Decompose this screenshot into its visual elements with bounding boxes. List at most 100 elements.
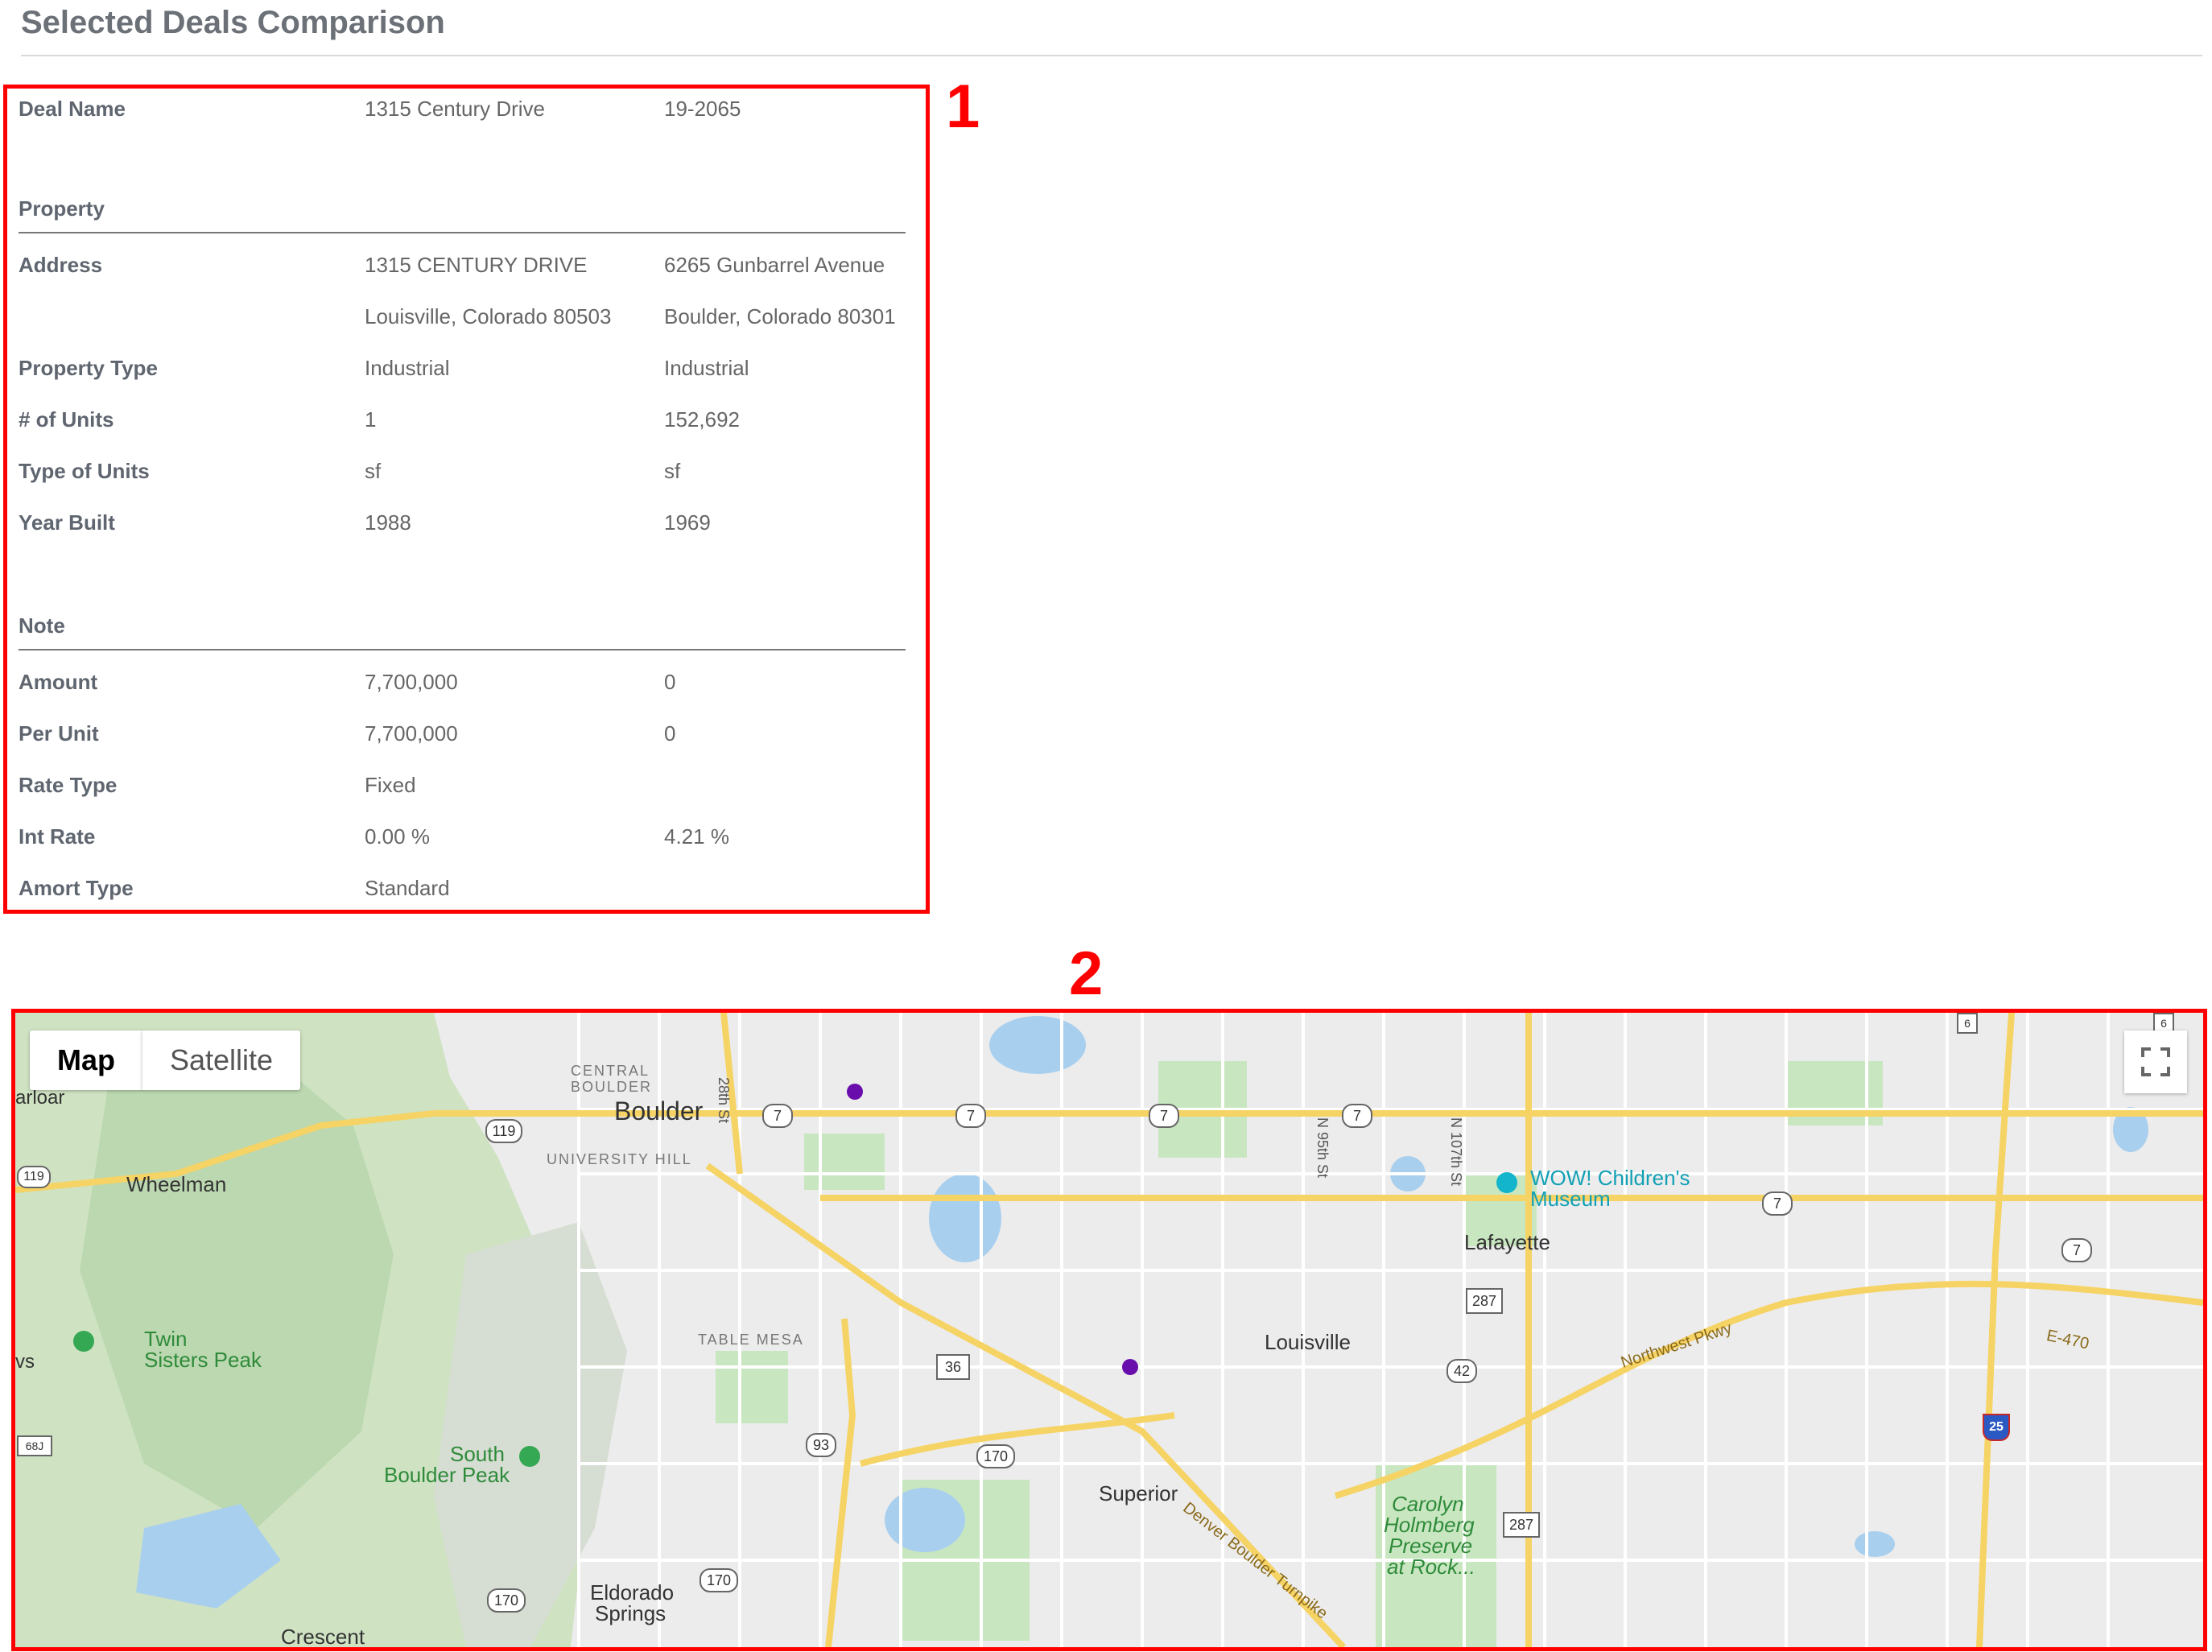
map-label: Crescent — [281, 1625, 365, 1649]
row-value: Industrial — [664, 356, 749, 380]
route-shield-icon: 42 — [1446, 1359, 1477, 1383]
lake — [989, 1016, 1086, 1074]
lake — [885, 1488, 965, 1552]
annotation-number-2: 2 — [1069, 940, 1104, 1008]
row-value: Industrial — [365, 356, 450, 380]
map-label: Boulder Peak — [384, 1463, 510, 1487]
deal-name-row: Deal Name 1315 Century Drive 19-2065 — [19, 97, 909, 145]
map-label: Boulder — [614, 1097, 704, 1125]
map-label: Superior — [1099, 1481, 1178, 1505]
fullscreen-button[interactable] — [2124, 1030, 2187, 1093]
row-value: Standard — [365, 876, 450, 900]
row-label: Int Rate — [19, 824, 96, 849]
row-label: Address — [19, 253, 103, 277]
row-value: Louisville, Colorado 80503 — [365, 304, 612, 328]
table-row: Property Type Industrial Industrial — [19, 356, 909, 404]
route-shield-icon: 7 — [762, 1104, 793, 1128]
map-label: at Rock... — [1387, 1555, 1475, 1579]
row-value: 7,700,000 — [365, 670, 458, 694]
interstate-shield-icon: 25 — [1983, 1414, 2010, 1441]
row-value: sf — [664, 459, 681, 483]
table-row: Amort Type Standard — [19, 876, 909, 924]
row-value: 1 — [365, 407, 377, 432]
map-label: 28th St — [716, 1077, 732, 1124]
table-row: Year Built 1988 1969 — [19, 510, 909, 559]
route-shield-icon: 68J — [17, 1435, 52, 1456]
map-label: Louisville — [1265, 1330, 1351, 1354]
row-value: 0 — [664, 670, 676, 694]
map-type-map-button[interactable]: Map — [30, 1030, 142, 1090]
map-label: Wheelman — [126, 1172, 227, 1196]
row-label: Deal Name — [19, 97, 126, 121]
lake — [1855, 1531, 1895, 1557]
table-row: # of Units 1 152,692 — [19, 407, 909, 456]
note-section-title: Note — [19, 613, 906, 650]
us-shield-icon: 36 — [936, 1354, 970, 1380]
route-shield-icon: 119 — [485, 1119, 522, 1143]
row-value: Fixed — [365, 773, 416, 797]
table-row: Amount 7,700,000 0 — [19, 670, 909, 718]
row-label: # of Units — [19, 407, 114, 432]
route-shield-icon: 170 — [700, 1568, 738, 1592]
route-shield-icon: 7 — [2061, 1238, 2092, 1262]
map-label: N 107th St — [1448, 1117, 1464, 1187]
page-header: Selected Deals Comparison — [21, 0, 2202, 56]
page-title: Selected Deals Comparison — [21, 5, 445, 40]
table-row: Address 1315 CENTURY DRIVE 6265 Gunbarre… — [19, 253, 909, 301]
row-label: Amort Type — [19, 876, 134, 900]
row-value: 0.00 % — [365, 824, 430, 849]
route-shield-icon: 7 — [1342, 1104, 1372, 1128]
route-shield-icon: 7 — [1149, 1104, 1179, 1128]
map-label: Sisters Peak — [144, 1348, 262, 1372]
route-shield-icon: 170 — [976, 1444, 1015, 1468]
table-row: Int Rate 0.00 % 4.21 % — [19, 824, 909, 873]
row-value: 1315 CENTURY DRIVE — [365, 253, 588, 277]
route-shield-icon: 93 — [806, 1433, 836, 1457]
park-area — [716, 1351, 788, 1423]
route-shield-icon: 170 — [487, 1588, 526, 1613]
deal-name-link[interactable]: 1315 Century Drive — [365, 97, 545, 121]
us-shield-icon: 6 — [1957, 1013, 1978, 1034]
row-label: Per Unit — [19, 721, 99, 745]
deal-id-link[interactable]: 19-2065 — [664, 97, 741, 121]
map-type-satellite-button[interactable]: Satellite — [142, 1030, 300, 1090]
map-label: vs — [15, 1351, 35, 1373]
table-row: Type of Units sf sf — [19, 459, 909, 507]
row-value: 6265 Gunbarrel Avenue — [664, 253, 885, 277]
map-label: TABLE MESA — [698, 1332, 804, 1348]
map-label: N 95th St — [1314, 1117, 1331, 1179]
row-value: 152,692 — [664, 407, 740, 432]
deal-marker — [847, 1084, 863, 1100]
route-shield-icon: 7 — [1762, 1192, 1793, 1216]
map-label: CENTRAL — [571, 1063, 650, 1079]
us-shield-icon: 287 — [1466, 1288, 1503, 1314]
row-value: 4.21 % — [664, 824, 729, 849]
park-area — [804, 1134, 885, 1190]
deal-marker — [1122, 1359, 1138, 1375]
property-section-title: Property — [19, 196, 906, 233]
table-row: Rate Type Fixed — [19, 773, 909, 821]
row-value: 1969 — [664, 510, 711, 535]
fullscreen-icon — [2141, 1047, 2170, 1076]
annotation-number-1: 1 — [946, 72, 980, 141]
map-label: BOULDER — [571, 1079, 653, 1095]
row-value: 7,700,000 — [365, 721, 458, 745]
table-row: Louisville, Colorado 80503 Boulder, Colo… — [19, 304, 909, 353]
us-shield-icon: 287 — [1503, 1512, 1540, 1538]
row-label: Rate Type — [19, 773, 118, 797]
row-label: Amount — [19, 670, 98, 694]
park-pin-icon — [73, 1331, 94, 1352]
map-canvas[interactable] — [15, 1013, 2203, 1647]
map-label: Museum — [1530, 1187, 1611, 1211]
table-row: Per Unit 7,700,000 0 — [19, 721, 909, 770]
row-value: sf — [365, 459, 382, 483]
museum-pin-icon — [1496, 1172, 1517, 1193]
map-annotation-box: Boulder CENTRAL BOULDER UNIVERSITY HILL … — [11, 1009, 2207, 1651]
row-value: 1988 — [365, 510, 411, 535]
row-value: 0 — [664, 721, 676, 745]
row-value: Boulder, Colorado 80301 — [664, 304, 896, 328]
row-label: Property Type — [19, 356, 158, 380]
route-shield-icon: 7 — [955, 1104, 986, 1128]
map-label: arloar — [15, 1087, 65, 1109]
comparison-table-annotation-box: Deal Name 1315 Century Drive 19-2065 Pro… — [3, 85, 930, 914]
